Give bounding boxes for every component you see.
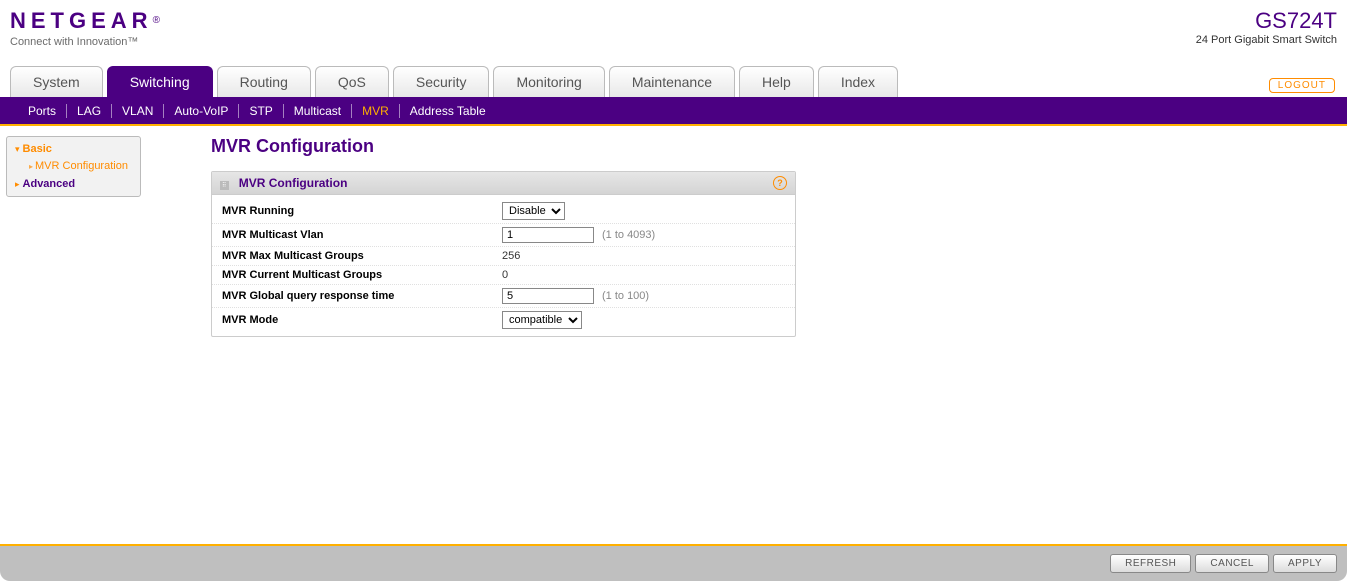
tab-system[interactable]: System <box>10 66 103 97</box>
chevron-right-icon: ▸ <box>15 179 20 189</box>
sidebar-item-advanced[interactable]: ▸Advanced <box>7 176 140 192</box>
hint-query-range: (1 to 100) <box>602 290 649 302</box>
sidebar-item-label: MVR Configuration <box>35 160 128 172</box>
refresh-button[interactable]: REFRESH <box>1110 554 1191 573</box>
mvr-config-panel: ⠿ MVR Configuration ? MVR Running Disabl… <box>211 171 796 337</box>
subnav-vlan[interactable]: VLAN <box>112 104 164 118</box>
tagline: Connect with Innovation™ <box>10 36 160 48</box>
sidebar-item-mvr-configuration[interactable]: ▸MVR Configuration <box>7 157 140 176</box>
label-mvr-multicast-vlan: MVR Multicast Vlan <box>222 229 502 241</box>
logo: NETGEAR® <box>10 8 160 34</box>
tab-switching[interactable]: Switching <box>107 66 213 97</box>
tab-index[interactable]: Index <box>818 66 898 97</box>
bullet-icon: ▸ <box>29 162 33 171</box>
panel-title: MVR Configuration <box>239 176 348 190</box>
chevron-down-icon: ▾ <box>15 144 20 154</box>
page-title: MVR Configuration <box>211 136 931 157</box>
tab-security[interactable]: Security <box>393 66 490 97</box>
tab-maintenance[interactable]: Maintenance <box>609 66 735 97</box>
mvr-multicast-vlan-input[interactable] <box>502 227 594 243</box>
sidebar-item-basic[interactable]: ▾Basic <box>7 141 140 157</box>
label-mvr-running: MVR Running <box>222 205 502 217</box>
model-description: 24 Port Gigabit Smart Switch <box>1196 34 1337 46</box>
sidebar-item-label: Basic <box>23 143 52 155</box>
grip-icon: ⠿ <box>220 181 229 190</box>
subnav-multicast[interactable]: Multicast <box>284 104 352 118</box>
tab-qos[interactable]: QoS <box>315 66 389 97</box>
subnav-address-table[interactable]: Address Table <box>400 104 496 118</box>
apply-button[interactable]: APPLY <box>1273 554 1337 573</box>
help-icon[interactable]: ? <box>773 176 787 190</box>
sidebar-item-label: Advanced <box>23 178 76 190</box>
tab-monitoring[interactable]: Monitoring <box>493 66 604 97</box>
subnav-ports[interactable]: Ports <box>18 104 67 118</box>
label-mvr-current-groups: MVR Current Multicast Groups <box>222 269 502 281</box>
value-mvr-max-groups: 256 <box>502 250 520 262</box>
tab-routing[interactable]: Routing <box>217 66 311 97</box>
label-mvr-max-groups: MVR Max Multicast Groups <box>222 250 502 262</box>
subnav-mvr[interactable]: MVR <box>352 104 400 118</box>
label-mvr-mode: MVR Mode <box>222 314 502 326</box>
logout-button[interactable]: LOGOUT <box>1269 78 1335 93</box>
subnav-lag[interactable]: LAG <box>67 104 112 118</box>
cancel-button[interactable]: CANCEL <box>1195 554 1269 573</box>
label-mvr-query-time: MVR Global query response time <box>222 290 502 302</box>
hint-vlan-range: (1 to 4093) <box>602 229 655 241</box>
subnav-stp[interactable]: STP <box>239 104 283 118</box>
subnav-autovoip[interactable]: Auto-VoIP <box>164 104 239 118</box>
mvr-query-time-input[interactable] <box>502 288 594 304</box>
mvr-running-select[interactable]: Disable <box>502 202 565 220</box>
tab-help[interactable]: Help <box>739 66 814 97</box>
mvr-mode-select[interactable]: compatible <box>502 311 582 329</box>
model-number: GS724T <box>1196 8 1337 34</box>
sidebar: ▾Basic ▸MVR Configuration ▸Advanced <box>6 136 141 197</box>
value-mvr-current-groups: 0 <box>502 269 508 281</box>
